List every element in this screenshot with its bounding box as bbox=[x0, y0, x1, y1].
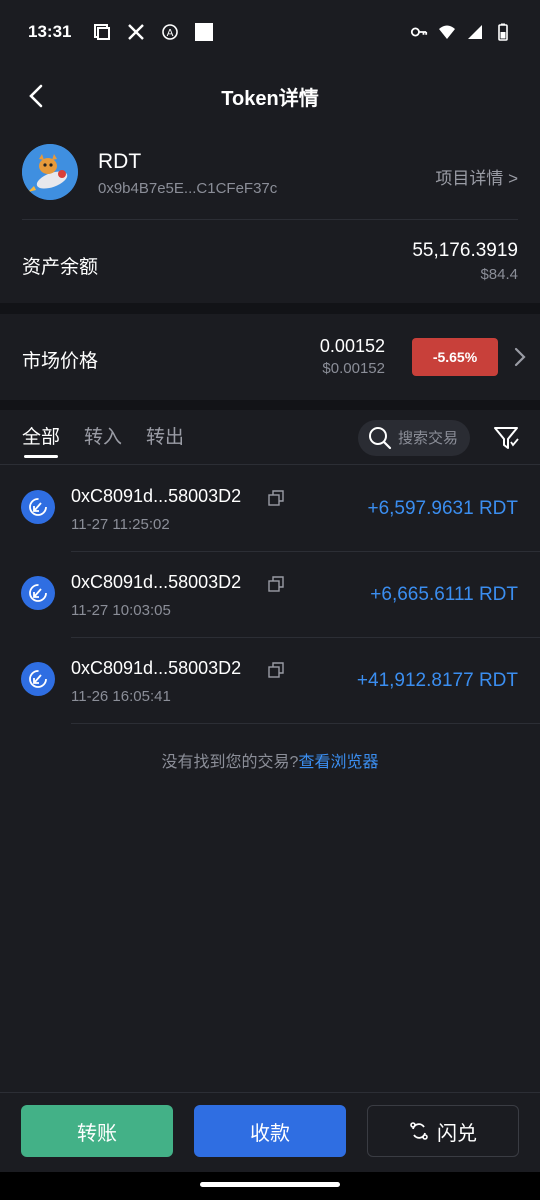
tab-outgoing[interactable]: 转出 bbox=[146, 422, 184, 449]
transfer-button[interactable]: 转账 bbox=[21, 1105, 173, 1157]
copy-icon[interactable] bbox=[268, 490, 284, 506]
chevron-left-icon bbox=[29, 84, 43, 108]
rocket-doge-icon bbox=[22, 144, 78, 200]
system-navigation-bar bbox=[0, 1172, 540, 1200]
page-title: Token详情 bbox=[221, 87, 319, 110]
tab-all[interactable]: 全部 bbox=[22, 422, 60, 449]
x-app-icon bbox=[128, 24, 145, 40]
battery-icon bbox=[498, 23, 508, 41]
no-transaction-hint: 没有找到您的交易?查看浏览器 bbox=[0, 748, 540, 772]
back-button[interactable] bbox=[20, 80, 52, 112]
market-price-label: 市场价格 bbox=[22, 351, 99, 372]
receive-button-label: 收款 bbox=[250, 1122, 290, 1145]
status-bar: 13:31 A bbox=[0, 0, 540, 64]
home-gesture-handle[interactable] bbox=[200, 1182, 340, 1187]
chevron-right-icon bbox=[514, 347, 526, 367]
divider bbox=[0, 464, 540, 465]
transaction-time: 11-27 11:25:02 bbox=[71, 516, 170, 533]
active-tab-indicator bbox=[24, 455, 58, 458]
copy-icon[interactable] bbox=[268, 576, 284, 592]
transaction-row[interactable]: 0xC8091d...58003D2 11-26 16:05:41 +41,91… bbox=[0, 638, 540, 724]
divider bbox=[71, 723, 540, 724]
search-icon bbox=[369, 427, 392, 450]
transaction-amount: +6,597.9631 RDT bbox=[367, 498, 518, 519]
swap-icon bbox=[410, 1122, 428, 1140]
transaction-amount: +6,665.6111 RDT bbox=[370, 584, 518, 605]
transaction-list: 0xC8091d...58003D2 11-27 11:25:02 +6,597… bbox=[0, 466, 540, 724]
translate-icon: A bbox=[162, 24, 179, 40]
token-header: RDT 0x9b4B7e5E...C1CFeF37c 项目详情 > bbox=[0, 140, 540, 216]
token-address[interactable]: 0x9b4B7e5E...C1CFeF37c bbox=[98, 180, 277, 197]
asset-balance-row: 资产余额 55,176.3919 $84.4 bbox=[0, 232, 540, 296]
search-box[interactable] bbox=[358, 420, 470, 456]
no-transaction-text: 没有找到您的交易? bbox=[161, 754, 299, 771]
project-details-link[interactable]: 项目详情 > bbox=[435, 164, 518, 189]
transfer-button-label: 转账 bbox=[77, 1122, 117, 1145]
copy-icon[interactable] bbox=[268, 662, 284, 678]
balance-fiat-value: $84.4 bbox=[480, 266, 518, 283]
market-price-row[interactable]: 市场价格 0.00152 $0.00152 -5.65% bbox=[0, 314, 540, 400]
transaction-amount: +41,912.8177 RDT bbox=[356, 670, 518, 691]
signal-icon bbox=[468, 25, 482, 39]
filter-icon[interactable] bbox=[492, 424, 520, 452]
transaction-row[interactable]: 0xC8091d...58003D2 11-27 11:25:02 +6,597… bbox=[0, 466, 540, 552]
transaction-row[interactable]: 0xC8091d...58003D2 11-27 10:03:05 +6,665… bbox=[0, 552, 540, 638]
svg-text:A: A bbox=[167, 28, 174, 39]
transaction-hash: 0xC8091d...58003D2 bbox=[71, 658, 242, 678]
key-icon bbox=[410, 27, 428, 37]
status-time: 13:31 bbox=[28, 22, 72, 41]
market-price-value: 0.00152 bbox=[319, 336, 385, 356]
wifi-icon bbox=[439, 25, 455, 39]
swap-button[interactable]: 闪兑 bbox=[367, 1105, 519, 1157]
swap-button-label: 闪兑 bbox=[437, 1122, 477, 1145]
token-symbol: RDT bbox=[98, 150, 142, 173]
transaction-time: 11-27 10:03:05 bbox=[71, 602, 171, 619]
search-input[interactable] bbox=[398, 429, 468, 447]
divider bbox=[22, 219, 518, 220]
notification-square-icon bbox=[195, 23, 214, 41]
transaction-tabs: 全部 转入 转出 bbox=[0, 410, 540, 464]
bottom-action-bar: 转账 收款 闪兑 bbox=[0, 1092, 540, 1172]
market-price-fiat: $0.00152 bbox=[322, 360, 385, 377]
balance-amount: 55,176.3919 bbox=[412, 240, 518, 261]
transaction-hash: 0xC8091d...58003D2 bbox=[71, 486, 242, 506]
token-logo bbox=[22, 144, 78, 200]
receive-button[interactable]: 收款 bbox=[194, 1105, 346, 1157]
transaction-time: 11-26 16:05:41 bbox=[71, 688, 171, 705]
price-change-badge: -5.65% bbox=[412, 338, 498, 376]
section-separator bbox=[0, 303, 540, 314]
section-separator bbox=[0, 400, 540, 410]
receive-icon bbox=[21, 662, 55, 696]
view-explorer-link[interactable]: 查看浏览器 bbox=[298, 754, 378, 771]
balance-label: 资产余额 bbox=[22, 257, 99, 278]
nav-bar: Token详情 bbox=[0, 64, 540, 128]
receive-icon bbox=[21, 490, 55, 524]
receive-icon bbox=[21, 576, 55, 610]
tab-incoming[interactable]: 转入 bbox=[84, 422, 122, 449]
transaction-hash: 0xC8091d...58003D2 bbox=[71, 572, 242, 592]
screenshot-icon bbox=[94, 24, 111, 40]
